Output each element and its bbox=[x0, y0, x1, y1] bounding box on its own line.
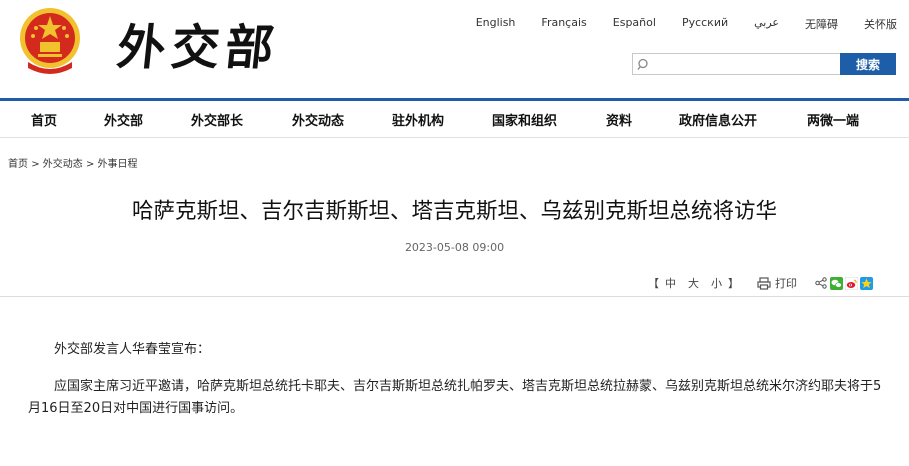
article-title: 哈萨克斯坦、吉尔吉斯斯坦、塔吉克斯坦、乌兹别克斯坦总统将访华 bbox=[131, 199, 777, 224]
national-emblem[interactable] bbox=[18, 4, 82, 74]
weibo-icon bbox=[845, 276, 858, 290]
print-button[interactable]: 打印 bbox=[757, 275, 797, 291]
share-icon bbox=[815, 277, 827, 289]
lang-english[interactable]: English bbox=[476, 16, 516, 32]
search-input[interactable] bbox=[632, 53, 840, 75]
elder-care-mode-link[interactable]: 关怀版 bbox=[864, 16, 897, 32]
font-size-bracket-open: 【 bbox=[648, 277, 659, 290]
share-button[interactable] bbox=[815, 277, 827, 289]
content-divider bbox=[0, 296, 909, 297]
article-date: 2023-05-08 09:00 bbox=[404, 241, 505, 254]
breadcrumb-home[interactable]: 首页 bbox=[8, 159, 28, 170]
search-bar: 搜索 bbox=[632, 53, 896, 75]
font-size-bracket-close: 】 bbox=[728, 277, 739, 290]
article-paragraph-2: 应国家主席习近平邀请，哈萨克斯坦总统托卡耶夫、吉尔吉斯斯坦总统扎帕罗夫、塔吉克斯… bbox=[28, 379, 882, 416]
lang-russian[interactable]: Русский bbox=[682, 16, 728, 32]
breadcrumb-separator: > bbox=[85, 159, 95, 170]
article-toolbar: 【 中 大 小 】 打印 bbox=[648, 275, 873, 291]
nav-item-countries-orgs[interactable]: 国家和组织 bbox=[492, 110, 557, 129]
weibo-share-button[interactable] bbox=[845, 276, 858, 290]
nav-item-diplomatic-news[interactable]: 外交动态 bbox=[292, 110, 344, 129]
print-label: 打印 bbox=[775, 277, 797, 290]
nav-item-missions-abroad[interactable]: 驻外机构 bbox=[392, 110, 444, 129]
lang-arabic[interactable]: عربي bbox=[754, 16, 779, 32]
nav-item-resources[interactable]: 资料 bbox=[606, 110, 632, 129]
search-icon bbox=[637, 58, 648, 70]
font-size-large[interactable]: 大 bbox=[688, 275, 699, 291]
breadcrumb-foreign-affairs-schedule[interactable]: 外事日程 bbox=[98, 159, 138, 170]
qzone-icon bbox=[860, 276, 873, 290]
accessibility-link[interactable]: 无障碍 bbox=[805, 16, 838, 32]
wechat-icon bbox=[830, 276, 843, 290]
qzone-share-button[interactable] bbox=[860, 276, 873, 290]
breadcrumb-separator: > bbox=[31, 159, 40, 170]
font-size-medium[interactable]: 中 bbox=[665, 275, 676, 291]
wechat-share-button[interactable] bbox=[830, 276, 843, 290]
lang-french[interactable]: Français bbox=[541, 16, 586, 32]
search-button[interactable]: 搜索 bbox=[840, 53, 896, 75]
nav-item-minister[interactable]: 外交部长 bbox=[191, 110, 243, 129]
lang-spanish[interactable]: Español bbox=[613, 16, 656, 32]
font-size-small[interactable]: 小 bbox=[711, 275, 722, 291]
breadcrumb-diplomatic-news[interactable]: 外交动态 bbox=[43, 159, 83, 170]
nav-item-gov-info-disclosure[interactable]: 政府信息公开 bbox=[679, 110, 757, 129]
site-header: 外交部 English Français Español Русский عرب… bbox=[0, 0, 909, 98]
language-switcher: English Français Español Русский عربي 无障… bbox=[450, 16, 897, 32]
site-logo-calligraphy[interactable]: 外交部 bbox=[114, 8, 283, 78]
main-nav: 首页 外交部 外交部长 外交动态 驻外机构 国家和组织 资料 政府信息公开 两微… bbox=[0, 98, 909, 138]
printer-icon bbox=[757, 276, 771, 290]
article-paragraph-1: 外交部发言人华春莹宣布： bbox=[54, 342, 211, 357]
nav-item-home[interactable]: 首页 bbox=[31, 110, 57, 129]
nav-item-social-media[interactable]: 两微一端 bbox=[807, 110, 859, 129]
nav-item-ministry[interactable]: 外交部 bbox=[104, 110, 143, 129]
breadcrumb: 首页 > 外交动态 > 外事日程 bbox=[8, 155, 138, 170]
